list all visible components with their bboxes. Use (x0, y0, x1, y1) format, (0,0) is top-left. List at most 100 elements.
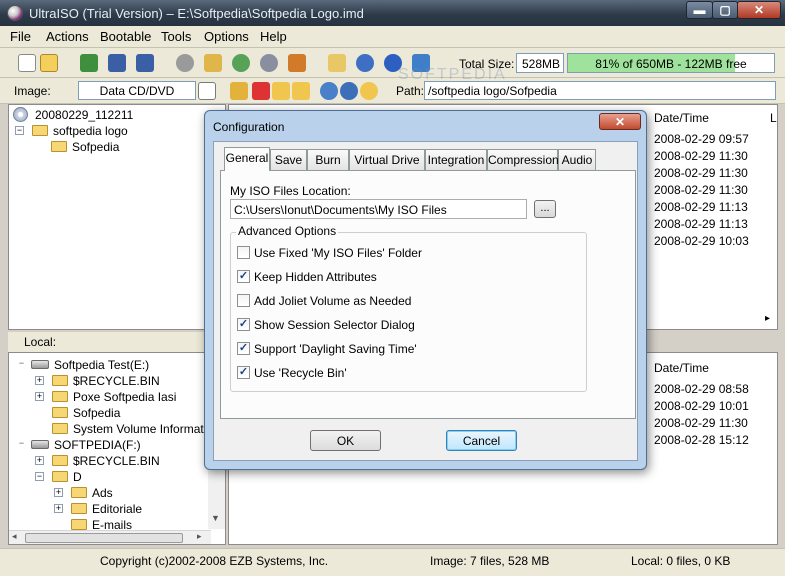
checkbox[interactable]: ✓ (237, 366, 250, 379)
local-tree-pane[interactable]: − Softpedia Test(E:) + $RECYCLE.BIN + Po… (8, 352, 226, 545)
extract-icon[interactable] (80, 54, 98, 72)
checkbox[interactable]: ✓ (237, 318, 250, 331)
list-item-date: 2008-02-29 11:30 (654, 416, 748, 430)
convert-icon[interactable] (288, 54, 306, 72)
rename-icon[interactable] (292, 82, 310, 100)
cancel-button[interactable]: Cancel (446, 430, 517, 451)
add-files-icon[interactable] (230, 82, 248, 100)
open-icon[interactable] (40, 54, 58, 72)
save-as-icon[interactable] (136, 54, 154, 72)
drive-icon (31, 360, 49, 369)
folder-icon (71, 487, 87, 498)
scroll-right-icon[interactable]: ▸ (765, 313, 770, 324)
checkbox[interactable]: ✓ (237, 342, 250, 355)
dialog-body: General Save Burn Virtual Drive Integrat… (213, 141, 638, 461)
capacity-text: 81% of 650MB - 122MB free (595, 57, 747, 71)
virtual-drive-icon[interactable] (260, 54, 278, 72)
burn-icon[interactable] (204, 54, 222, 72)
list-item-date: 2008-02-29 11:13 (654, 200, 748, 214)
status-bar: Copyright (c)2002-2008 EZB Systems, Inc.… (0, 548, 785, 576)
scroll-down-icon[interactable]: ▼ (211, 513, 220, 523)
menu-options[interactable]: Options (204, 29, 249, 44)
column-header-datetime[interactable]: Date/Time (654, 111, 709, 125)
tab-burn[interactable]: Burn (307, 149, 349, 170)
image-toolbar: Image: Data CD/DVD Path: /softpedia logo… (0, 78, 785, 104)
menu-file[interactable]: File (10, 29, 31, 44)
expand-icon[interactable]: + (35, 456, 44, 465)
list-item-date: 2008-02-29 08:58 (654, 382, 749, 396)
list-item-date: 2008-02-29 11:30 (654, 183, 748, 197)
column-header-datetime[interactable]: Date/Time (654, 361, 709, 375)
menu-bar: File Actions Bootable Tools Options Help (0, 26, 785, 48)
tab-general[interactable]: General (224, 147, 270, 171)
menu-tools[interactable]: Tools (161, 29, 191, 44)
collapse-icon[interactable]: − (17, 359, 26, 369)
app-icon (7, 5, 23, 21)
tab-virtual-drive[interactable]: Virtual Drive (349, 149, 425, 170)
menu-bootable[interactable]: Bootable (100, 29, 151, 44)
collapse-icon[interactable]: − (35, 472, 44, 481)
browse-button[interactable]: ... (534, 200, 556, 218)
mount-icon[interactable] (176, 54, 194, 72)
new-folder-icon[interactable] (272, 82, 290, 100)
close-button[interactable]: ✕ (737, 1, 781, 19)
configuration-dialog: Configuration ✕ General Save Burn Virtua… (204, 110, 647, 470)
delete-icon[interactable] (252, 82, 270, 100)
expand-icon[interactable]: + (54, 488, 63, 497)
scrollbar-thumb[interactable] (25, 533, 183, 543)
status-local-info: Local: 0 files, 0 KB (631, 554, 731, 568)
expand-icon[interactable]: + (35, 376, 44, 385)
checkbox[interactable] (237, 294, 250, 307)
iso-location-input[interactable]: C:\Users\Ionut\Documents\My ISO Files (230, 199, 527, 219)
ok-button[interactable]: OK (310, 430, 381, 451)
compress-icon[interactable] (232, 54, 250, 72)
image-properties-icon[interactable] (198, 82, 216, 100)
status-copyright: Copyright (c)2002-2008 EZB Systems, Inc. (100, 554, 329, 568)
column-header-extra[interactable]: L (770, 111, 777, 125)
expand-icon[interactable]: + (54, 504, 63, 513)
advanced-options-label: Advanced Options (236, 224, 339, 238)
maximize-button[interactable]: ▢ (712, 1, 738, 19)
tab-integration[interactable]: Integration (425, 149, 487, 170)
boot-info-icon[interactable] (360, 82, 378, 100)
checkbox[interactable]: ✓ (237, 270, 250, 283)
scroll-left-icon[interactable]: ◂ (12, 531, 17, 542)
expand-icon[interactable]: + (35, 392, 44, 401)
dialog-title: Configuration (213, 120, 285, 134)
horizontal-scrollbar[interactable]: ◂ ▸ (9, 530, 211, 544)
menu-actions[interactable]: Actions (46, 29, 89, 44)
folder-icon (51, 141, 67, 152)
collapse-icon[interactable]: − (15, 126, 24, 135)
iso-tree-pane[interactable]: 20080229_112211 − softpedia logo Sofpedi… (8, 104, 226, 330)
folder-icon (52, 471, 68, 482)
advanced-options-group: Advanced Options Use Fixed 'My ISO Files… (230, 224, 587, 392)
iso-location-label: My ISO Files Location: (230, 184, 351, 198)
general-tab-panel: My ISO Files Location: C:\Users\Ionut\Do… (220, 170, 636, 419)
list-item-date: 2008-02-29 11:30 (654, 149, 748, 163)
save-icon[interactable] (108, 54, 126, 72)
folder-icon (52, 375, 68, 386)
collapse-icon[interactable]: − (17, 439, 26, 449)
properties-icon[interactable] (328, 54, 346, 72)
folder-icon (71, 503, 87, 514)
tab-save[interactable]: Save (270, 149, 307, 170)
new-icon[interactable] (18, 54, 36, 72)
tab-compression[interactable]: Compression (487, 149, 559, 170)
checkbox[interactable] (237, 246, 250, 259)
scroll-right-icon[interactable]: ▸ (197, 531, 202, 542)
list-item-date: 2008-02-28 15:12 (654, 433, 749, 447)
tab-audio[interactable]: Audio (558, 149, 596, 170)
info-icon[interactable] (356, 54, 374, 72)
folder-icon (71, 519, 87, 530)
list-item-date: 2008-02-29 10:03 (654, 234, 749, 248)
menu-help[interactable]: Help (260, 29, 287, 44)
refresh-icon[interactable] (320, 82, 338, 100)
folder-icon (52, 391, 68, 402)
minimize-button[interactable]: ▬ (686, 1, 713, 19)
folder-icon (52, 407, 68, 418)
cd-icon (13, 107, 28, 122)
image-type-select[interactable]: Data CD/DVD (78, 81, 196, 100)
settings-icon[interactable] (340, 82, 358, 100)
dialog-close-button[interactable]: ✕ (599, 113, 641, 130)
list-item-date: 2008-02-29 11:13 (654, 217, 748, 231)
